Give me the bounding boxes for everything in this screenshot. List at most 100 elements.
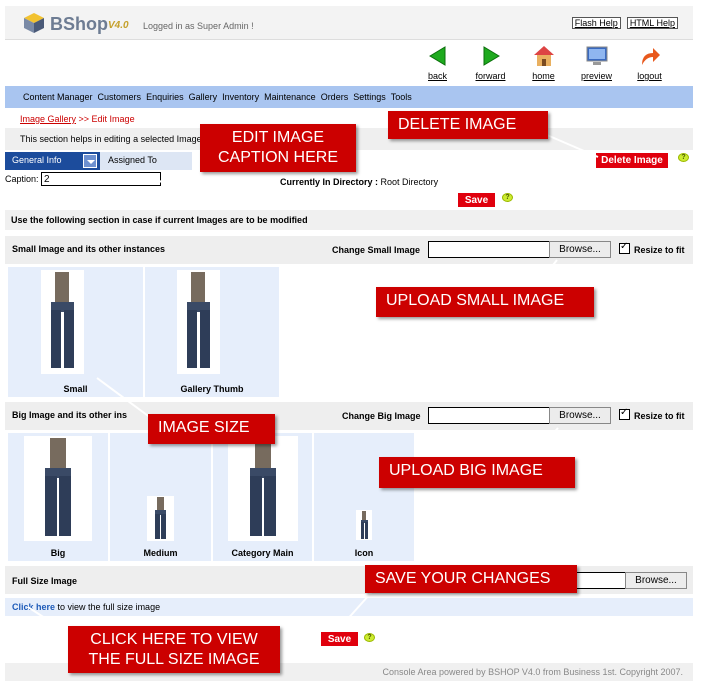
big-image-caption: Big bbox=[50, 548, 66, 558]
flash-help-link[interactable]: Flash Help bbox=[571, 17, 621, 29]
callout-edit-caption-line1: EDIT IMAGE bbox=[231, 129, 325, 146]
menu-item-inventory[interactable]: Inventory bbox=[222, 92, 259, 102]
callout-upload-small: UPLOAD SMALL IMAGE bbox=[376, 287, 594, 317]
save-button-top[interactable]: Save bbox=[458, 193, 495, 207]
change-small-image-label: Change Small Image bbox=[332, 245, 421, 255]
footer-text: Console Area powered by BSHOP V4.0 from … bbox=[382, 667, 684, 677]
jeans-icon bbox=[361, 511, 368, 539]
small-browse-button[interactable]: Browse... bbox=[549, 241, 611, 258]
small-resize-checkbox[interactable] bbox=[619, 241, 630, 254]
small-image-cell[interactable]: Small bbox=[8, 267, 144, 397]
menu-item-enquiries[interactable]: Enquiries bbox=[146, 92, 184, 102]
caption-label: Caption: bbox=[5, 174, 39, 184]
medium-image-cell[interactable]: Medium bbox=[110, 433, 212, 561]
jeans-icon bbox=[250, 438, 276, 536]
home-button[interactable]: home bbox=[517, 44, 570, 81]
category-main-caption: Category Main bbox=[231, 548, 294, 558]
big-resize-label: Resize to fit bbox=[634, 411, 685, 421]
forward-arrow-icon bbox=[483, 46, 500, 66]
jeans-image-thumb bbox=[177, 270, 220, 374]
jeans-image-medium bbox=[147, 496, 174, 541]
callout-upload-big: UPLOAD BIG IMAGE bbox=[379, 457, 575, 488]
home-icon bbox=[533, 46, 554, 66]
big-image-cell[interactable]: Big bbox=[8, 433, 109, 561]
view-full-text: to view the full size image bbox=[55, 602, 161, 612]
gallery-thumb-cell[interactable]: Gallery Thumb bbox=[145, 267, 280, 397]
modify-note-text: Use the following section in case if cur… bbox=[11, 215, 308, 225]
callout-delete-text: DELETE IMAGE bbox=[398, 116, 517, 133]
caption-input[interactable] bbox=[41, 172, 161, 186]
logout-button[interactable]: logout bbox=[623, 44, 676, 81]
menu-item-tools[interactable]: Tools bbox=[391, 92, 412, 102]
preview-button[interactable]: preview bbox=[570, 44, 623, 81]
chevron-down-icon[interactable] bbox=[83, 154, 97, 168]
jeans-icon bbox=[51, 272, 74, 368]
back-arrow-icon bbox=[428, 46, 445, 66]
big-resize-checkbox[interactable] bbox=[619, 407, 630, 420]
caption-row: Caption: bbox=[5, 172, 161, 186]
gallery-thumb-caption: Gallery Thumb bbox=[180, 384, 244, 394]
tab-general-info[interactable]: General Info bbox=[5, 152, 100, 170]
header-bar: BShop V4.0 Logged in as Super Admin ! Fl… bbox=[5, 6, 693, 40]
icon-image-cell[interactable]: Icon bbox=[314, 433, 415, 561]
small-resize-label: Resize to fit bbox=[634, 245, 685, 255]
breadcrumb: Image Gallery >> Edit Image bbox=[20, 114, 135, 124]
breadcrumb-current: Edit Image bbox=[91, 114, 135, 124]
app-version: V4.0 bbox=[108, 20, 129, 31]
logout-arrow-icon bbox=[641, 48, 660, 65]
icon-image-caption: Icon bbox=[354, 548, 374, 558]
full-browse-button[interactable]: Browse... bbox=[625, 572, 687, 589]
jeans-icon bbox=[45, 438, 71, 536]
monitor-icon bbox=[586, 46, 607, 65]
bshop-logo-icon bbox=[24, 13, 44, 33]
back-button[interactable]: back bbox=[411, 44, 464, 81]
toolbar: back forward home preview logout bbox=[411, 44, 676, 81]
callout-save-changes: SAVE YOUR CHANGES bbox=[365, 565, 577, 593]
full-size-title: Full Size Image bbox=[12, 576, 78, 586]
help-icon[interactable]: ? bbox=[678, 153, 689, 162]
help-icon[interactable]: ? bbox=[502, 193, 513, 202]
menu-item-customers[interactable]: Customers bbox=[98, 92, 142, 102]
small-image-title: Small Image and its other instances bbox=[12, 244, 166, 254]
callout-edit-caption: EDIT IMAGE CAPTION HERE bbox=[200, 124, 356, 172]
html-help-link[interactable]: HTML Help bbox=[626, 17, 678, 29]
big-image-file-input[interactable] bbox=[428, 407, 550, 424]
directory-label: Currently In Directory : bbox=[280, 177, 379, 187]
menu-item-maintenance[interactable]: Maintenance bbox=[264, 92, 316, 102]
directory-info: Currently In Directory : Root Directory bbox=[280, 177, 438, 187]
jeans-image-big bbox=[24, 436, 92, 541]
callout-view-full: CLICK HERE TO VIEW THE FULL SIZE IMAGE bbox=[68, 626, 280, 673]
category-main-cell[interactable]: Category Main bbox=[213, 433, 313, 561]
help-icon[interactable]: ? bbox=[364, 633, 375, 642]
forward-button[interactable]: forward bbox=[464, 44, 517, 81]
callout-upload-big-text: UPLOAD BIG IMAGE bbox=[389, 462, 543, 479]
big-browse-button[interactable]: Browse... bbox=[549, 407, 611, 424]
small-image-caption: Small bbox=[63, 384, 88, 394]
jeans-image-category bbox=[228, 436, 298, 541]
tab-general-info-label: General Info bbox=[12, 155, 62, 165]
menu-item-settings[interactable]: Settings bbox=[353, 92, 386, 102]
menu-item-gallery[interactable]: Gallery bbox=[189, 92, 218, 102]
breadcrumb-separator: >> bbox=[76, 114, 92, 124]
save-button-bottom[interactable]: Save bbox=[321, 632, 358, 646]
callout-image-size: IMAGE SIZE bbox=[148, 414, 275, 444]
small-image-file-input[interactable] bbox=[428, 241, 550, 258]
jeans-image-icon bbox=[356, 510, 372, 540]
big-image-title: Big Image and its other ins bbox=[12, 410, 128, 420]
jeans-icon bbox=[187, 272, 210, 368]
medium-image-caption: Medium bbox=[143, 548, 178, 558]
menu-item-content-manager[interactable]: Content Manager bbox=[23, 92, 93, 102]
jeans-image-small bbox=[41, 270, 84, 374]
callout-save-changes-text: SAVE YOUR CHANGES bbox=[375, 570, 551, 587]
click-here-link[interactable]: Click here bbox=[12, 602, 55, 612]
logged-in-text: Logged in as Super Admin ! bbox=[143, 21, 254, 31]
app-name: BShop bbox=[50, 14, 108, 34]
breadcrumb-gallery-link[interactable]: Image Gallery bbox=[20, 114, 76, 124]
menu-item-orders[interactable]: Orders bbox=[321, 92, 349, 102]
delete-image-button[interactable]: Delete Image bbox=[596, 153, 668, 168]
full-size-link-row: Click here to view the full size image bbox=[5, 598, 693, 616]
callout-delete: DELETE IMAGE bbox=[388, 111, 548, 139]
change-big-image-label: Change Big Image bbox=[342, 411, 421, 421]
tab-assigned-to[interactable]: Assigned To bbox=[100, 152, 192, 170]
directory-value: Root Directory bbox=[380, 177, 439, 187]
